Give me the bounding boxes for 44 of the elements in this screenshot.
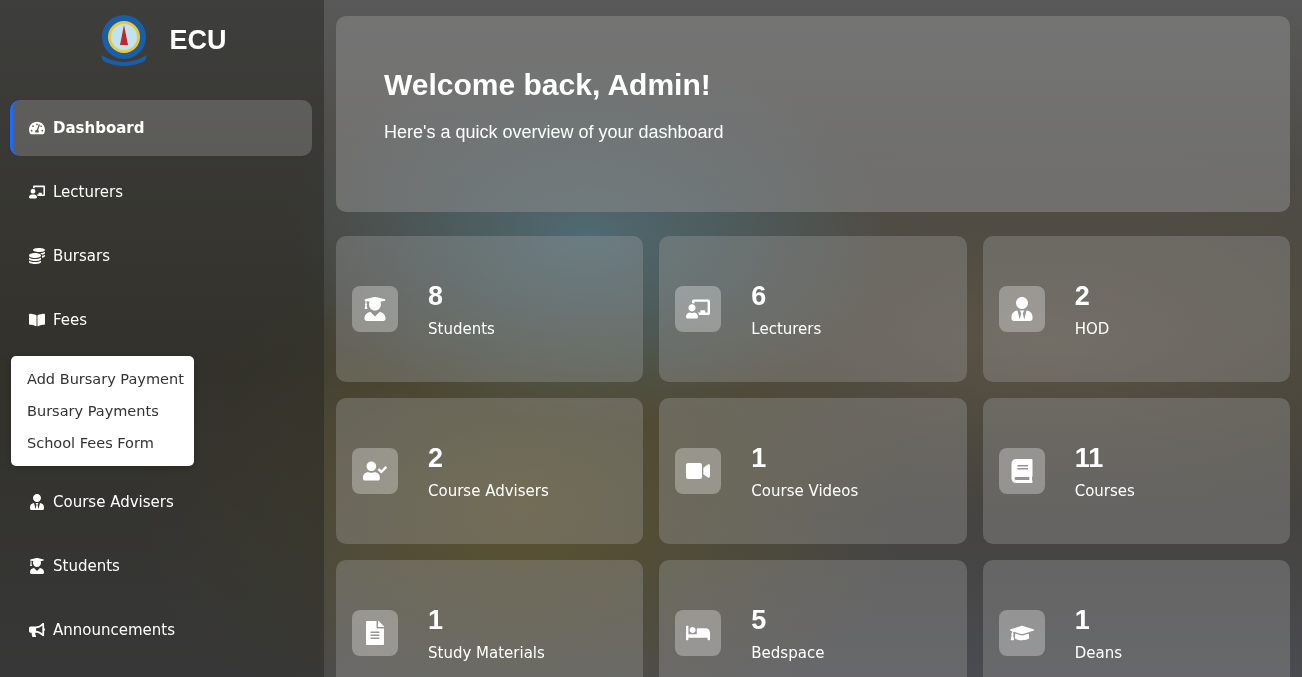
stat-count: 8 (428, 280, 445, 312)
document-icon (363, 621, 387, 645)
sidebar-item[interactable]: Bursars (10, 228, 312, 284)
book-icon (1009, 459, 1034, 483)
brand-name: ECU (169, 24, 227, 56)
stat-count: 1 (428, 604, 445, 636)
sidebar-item[interactable]: Fees (10, 292, 312, 348)
stat-label: Students (428, 319, 495, 338)
stat-label: Course Advisers (428, 481, 549, 500)
stat-count: 5 (751, 604, 768, 636)
sidebar-item[interactable]: Lecturers (10, 164, 312, 220)
welcome-title: Welcome back, Admin! (384, 68, 712, 102)
teacher-board-icon (686, 297, 711, 321)
submenu-item[interactable]: Add Bursary Payment (11, 366, 194, 392)
person-tie-icon (1009, 297, 1034, 321)
stat-label: Deans (1074, 643, 1122, 662)
user-check-icon (363, 459, 387, 483)
graduate-icon (363, 297, 387, 321)
graduate-icon (29, 558, 45, 574)
megaphone-icon (29, 622, 45, 638)
submenu-item[interactable]: School Fees Form (11, 430, 194, 456)
coins-icon (29, 248, 45, 264)
sidebar-item[interactable]: Students (10, 538, 312, 594)
welcome-subtitle: Here's a quick overview of your dashboard (384, 122, 725, 143)
sidebar-item[interactable]: Course Advisers (10, 474, 312, 530)
submenu-item[interactable]: Bursary Payments (11, 398, 194, 424)
sidebar-item[interactable]: Announcements (10, 602, 312, 658)
stat-label: HOD (1074, 319, 1110, 338)
stat-count: 2 (428, 442, 445, 474)
stat-count: 11 (1074, 442, 1105, 474)
stat-label: Course Videos (751, 481, 859, 500)
dashboard-icon (29, 120, 45, 136)
person-tie-icon (29, 494, 45, 510)
stat-label: Bedspace (751, 643, 825, 662)
open-book-icon (29, 312, 45, 328)
teacher-board-icon (29, 184, 45, 200)
stat-label: Study Materials (428, 643, 545, 662)
stat-count: 6 (751, 280, 768, 312)
stat-label: Courses (1074, 481, 1135, 500)
stat-label: Lecturers (751, 319, 822, 338)
stat-count: 1 (751, 442, 768, 474)
stat-count: 1 (1074, 604, 1091, 636)
stat-count: 2 (1074, 280, 1091, 312)
sidebar-item[interactable]: Dashboard (10, 100, 312, 156)
